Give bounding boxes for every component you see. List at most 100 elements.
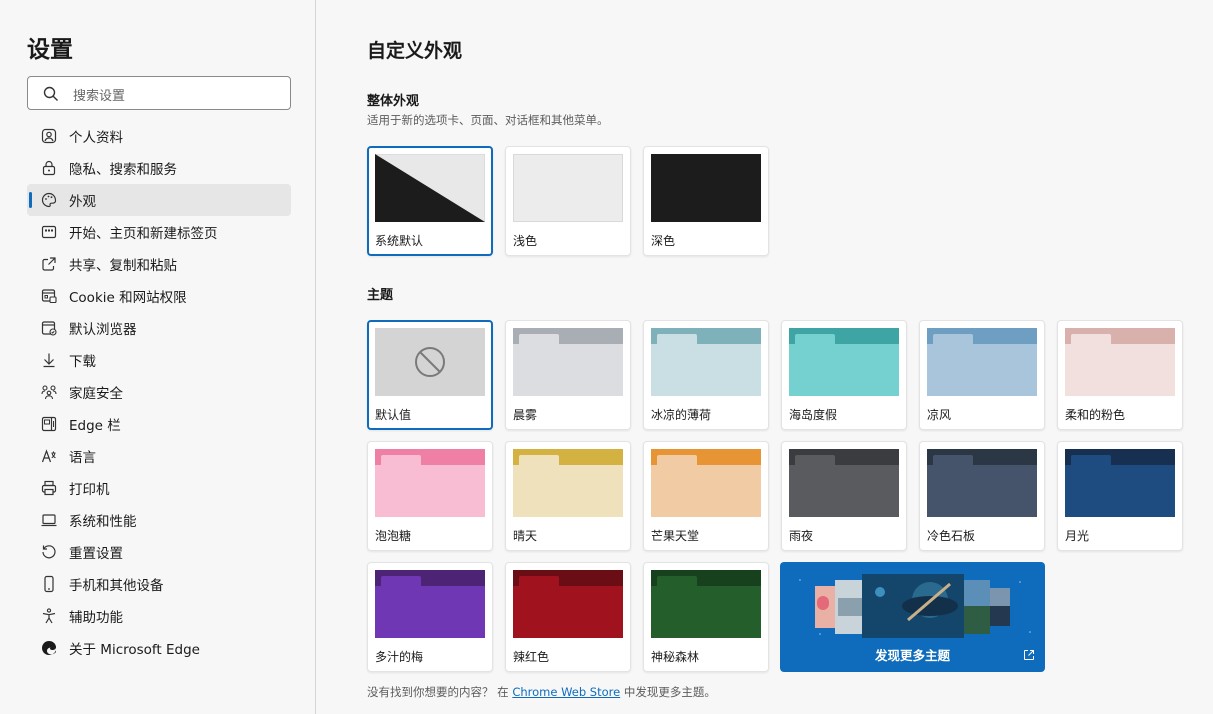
sidebar-item-printers[interactable]: 打印机 [27,472,291,504]
sidebar-item-share-copy-paste[interactable]: 共享、复制和粘贴 [27,248,291,280]
theme-preview [513,570,623,638]
theme-label: 冷色石板 [927,529,976,543]
theme-card[interactable]: 冰凉的薄荷 [643,320,769,430]
site-permissions-icon [40,287,58,305]
theme-card[interactable]: 凉风 [919,320,1045,430]
theme-card[interactable]: 默认值 [367,320,493,430]
search-settings-input[interactable]: 搜索设置 [27,76,291,110]
palette-icon [40,191,58,209]
appearance-option-dark[interactable]: 深色 [643,146,769,256]
dark-preview [651,154,761,222]
edge-bar-icon [40,415,58,433]
theme-card[interactable]: 柔和的粉色 [1057,320,1183,430]
search-icon [43,86,58,101]
sidebar-item-downloads[interactable]: 下载 [27,344,291,376]
appearance-option-system-default[interactable]: 系统默认 [367,146,493,256]
sidebar-item-default-browser[interactable]: 默认浏览器 [27,312,291,344]
system-default-preview [375,154,485,222]
sidebar-item-label: 重置设置 [69,546,123,562]
theme-preview [651,449,761,517]
theme-label: 月光 [1065,529,1090,543]
appearance-page: 自定义外观 整体外观 适用于新的选项卡、页面、对话框和其他菜单。 系统默认 浅色… [367,0,1197,714]
sidebar-item-label: 辅助功能 [69,610,123,626]
sidebar-item-label: 隐私、搜索和服务 [69,162,177,178]
overall-appearance-description: 适用于新的选项卡、页面、对话框和其他菜单。 [367,113,609,127]
theme-preview [375,328,485,396]
themes-heading: 主题 [367,288,394,303]
theme-card[interactable]: 冷色石板 [919,441,1045,551]
discover-more-themes-label: 发现更多主题 [874,648,950,663]
external-link-icon [1024,650,1034,660]
theme-card[interactable]: 神秘森林 [643,562,769,672]
theme-preview [1065,449,1175,517]
theme-collage-image [799,574,1031,638]
sidebar-item-label: 默认浏览器 [69,322,137,338]
sidebar-item-phone-devices[interactable]: 手机和其他设备 [27,568,291,600]
sidebar-item-privacy[interactable]: 隐私、搜索和服务 [27,152,291,184]
sidebar-item-family-safety[interactable]: 家庭安全 [27,376,291,408]
sidebar-item-edge-bar[interactable]: Edge 栏 [27,408,291,440]
theme-preview [375,570,485,638]
theme-label: 泡泡糖 [375,529,412,543]
theme-card[interactable]: 雨夜 [781,441,907,551]
theme-label: 柔和的粉色 [1065,408,1126,422]
sidebar-item-appearance[interactable]: 外观 [27,184,291,216]
theme-preview [375,449,485,517]
sidebar-item-label: Cookie 和网站权限 [69,290,187,306]
no-theme-icon [375,328,485,396]
profile-icon [40,127,58,145]
theme-card[interactable]: 月光 [1057,441,1183,551]
chrome-web-store-link[interactable]: Chrome Web Store [512,685,620,699]
light-preview [513,154,623,222]
language-icon [40,447,58,465]
sidebar-item-label: Edge 栏 [69,418,121,434]
option-label: 浅色 [513,234,538,248]
appearance-option-light[interactable]: 浅色 [505,146,631,256]
theme-card[interactable]: 晴天 [505,441,631,551]
overall-appearance-heading: 整体外观 [367,94,420,109]
sidebar-item-reset-settings[interactable]: 重置设置 [27,536,291,568]
theme-label: 多汁的梅 [375,650,424,664]
sidebar-item-languages[interactable]: 语言 [27,440,291,472]
sidebar-item-label: 家庭安全 [69,386,123,402]
theme-card[interactable]: 辣红色 [505,562,631,672]
default-browser-icon [40,319,58,337]
sidebar-item-label: 个人资料 [69,130,123,146]
theme-preview [1065,328,1175,396]
theme-preview [651,328,761,396]
theme-label: 凉风 [927,408,952,422]
sidebar-item-label: 手机和其他设备 [69,578,164,594]
theme-preview [651,570,761,638]
download-icon [40,351,58,369]
theme-card[interactable]: 海岛度假 [781,320,907,430]
theme-card[interactable]: 泡泡糖 [367,441,493,551]
theme-preview [513,328,623,396]
theme-preview [927,449,1037,517]
sidebar-item-system-performance[interactable]: 系统和性能 [27,504,291,536]
newtab-icon [40,223,58,241]
theme-card[interactable]: 芒果天堂 [643,441,769,551]
sidebar-item-label: 系统和性能 [69,514,137,530]
option-label: 深色 [651,234,676,248]
family-icon [40,383,58,401]
theme-label: 芒果天堂 [651,529,700,543]
settings-nav: 个人资料 隐私、搜索和服务 外观 开始、主页和新建标签页 共享、复制和粘贴 Co… [27,120,291,664]
discover-more-themes-button[interactable]: 发现更多主题 [780,562,1045,672]
option-label: 系统默认 [375,234,424,248]
sidebar-item-about-edge[interactable]: 关于 Microsoft Edge [27,632,291,664]
sidebar-item-label: 语言 [69,450,96,466]
theme-preview [789,328,899,396]
phone-icon [40,575,58,593]
theme-preview [927,328,1037,396]
sidebar-item-profile[interactable]: 个人资料 [27,120,291,152]
theme-label: 默认值 [375,408,412,422]
sidebar-item-cookies-permissions[interactable]: Cookie 和网站权限 [27,280,291,312]
theme-label: 雨夜 [789,529,814,543]
sidebar-title: 设置 [27,37,73,63]
sidebar-item-start-home-newtab[interactable]: 开始、主页和新建标签页 [27,216,291,248]
theme-card[interactable]: 晨雾 [505,320,631,430]
sidebar-item-label: 下载 [69,354,96,370]
theme-label: 神秘森林 [651,650,700,664]
theme-card[interactable]: 多汁的梅 [367,562,493,672]
sidebar-item-accessibility[interactable]: 辅助功能 [27,600,291,632]
